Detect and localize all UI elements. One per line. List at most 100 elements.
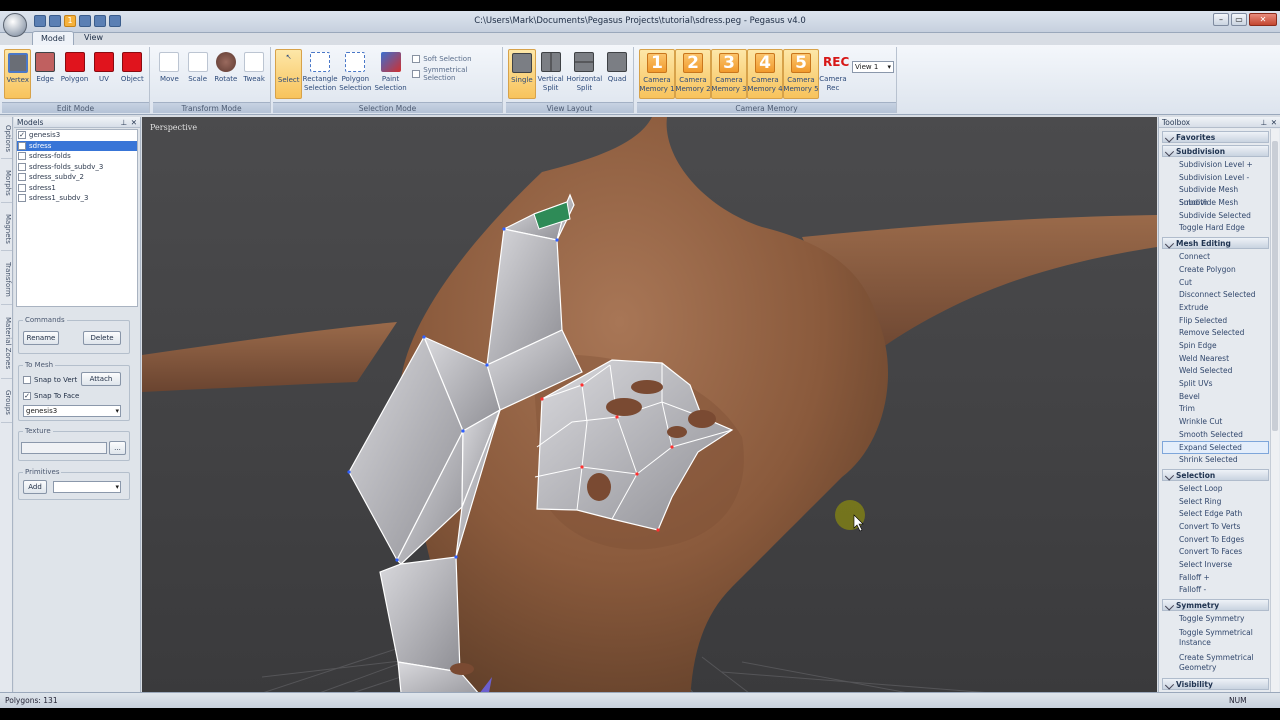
rename-button[interactable]: Rename bbox=[23, 331, 59, 345]
model-row[interactable]: sdress-folds_subdv_3 bbox=[17, 162, 137, 173]
toolbox-item[interactable]: Create Symmetrical Geometry bbox=[1159, 651, 1269, 676]
toolbox-item[interactable]: Convert To Edges bbox=[1159, 534, 1269, 547]
model-row[interactable]: ✓ genesis3 bbox=[17, 130, 137, 141]
snap-to-vert-toggle[interactable]: Snap to Vert bbox=[23, 372, 77, 387]
3d-viewport[interactable]: Perspective bbox=[142, 117, 1157, 703]
camera-rec-button[interactable]: REC Camera Rec bbox=[819, 49, 849, 99]
toolbox-item[interactable]: Subdivide Mesh Smooth bbox=[1159, 184, 1269, 207]
toolbox-item[interactable]: Wrinkle Cut bbox=[1159, 416, 1269, 429]
pin-icon[interactable]: ⊥ bbox=[120, 117, 127, 128]
toolbox-item[interactable]: Toggle Hard Edge bbox=[1159, 222, 1269, 235]
attach-button[interactable]: Attach bbox=[81, 372, 121, 386]
toolbox-scrollbar[interactable] bbox=[1270, 129, 1279, 703]
tab-material-zones[interactable]: Material Zones bbox=[1, 309, 12, 379]
rotate-button[interactable]: Rotate bbox=[212, 49, 241, 99]
object-mode-button[interactable]: Object bbox=[118, 49, 147, 99]
symmetrical-selection-checkbox[interactable] bbox=[412, 69, 421, 78]
model-visibility-checkbox[interactable] bbox=[18, 194, 26, 203]
toolbox-section-mesh-editing[interactable]: Mesh Editing bbox=[1162, 237, 1269, 250]
polygon-selection-button[interactable]: Polygon Selection bbox=[338, 49, 373, 99]
camera-memory-1-button[interactable]: 1 Camera Memory 1 bbox=[639, 49, 675, 99]
model-visibility-checkbox[interactable] bbox=[18, 173, 26, 182]
tab-morphs[interactable]: Morphs bbox=[1, 163, 12, 203]
model-row[interactable]: sdress1_subdv_3 bbox=[17, 193, 137, 204]
model-row[interactable]: sdress_subdv_2 bbox=[17, 172, 137, 183]
toolbox-item[interactable]: Weld Selected bbox=[1159, 365, 1269, 378]
maximize-icon[interactable]: ▭ bbox=[1231, 13, 1247, 26]
single-view-button[interactable]: Single bbox=[508, 49, 536, 99]
toolbox-item[interactable]: Select Loop bbox=[1159, 483, 1269, 496]
tab-groups[interactable]: Groups bbox=[1, 383, 12, 423]
move-button[interactable]: Move bbox=[155, 49, 184, 99]
close-icon[interactable]: ✕ bbox=[1271, 117, 1277, 128]
toolbox-item[interactable]: Falloff - bbox=[1159, 584, 1269, 597]
quad-view-button[interactable]: Quad bbox=[603, 49, 631, 99]
toolbox-item[interactable]: Toggle Symmetrical Instance bbox=[1159, 626, 1269, 651]
pin-icon[interactable]: ⊥ bbox=[1260, 117, 1267, 128]
toolbox-item[interactable]: Select Edge Path bbox=[1159, 508, 1269, 521]
uv-mode-button[interactable]: UV bbox=[90, 49, 117, 99]
toolbox-item[interactable]: Subdivide Mesh bbox=[1159, 197, 1269, 210]
primitive-type-select[interactable]: ▾ bbox=[53, 481, 121, 493]
toolbox-item[interactable]: Select Ring bbox=[1159, 496, 1269, 509]
close-icon[interactable]: ✕ bbox=[131, 117, 137, 128]
horizontal-split-button[interactable]: Horizontal Split bbox=[566, 49, 604, 99]
toolbox-section-selection[interactable]: Selection bbox=[1162, 468, 1269, 481]
toolbox-item[interactable]: Convert To Verts bbox=[1159, 521, 1269, 534]
vertical-split-button[interactable]: Vertical Split bbox=[536, 49, 566, 99]
tab-options[interactable]: Options bbox=[1, 119, 12, 159]
add-primitive-button[interactable]: Add bbox=[23, 480, 47, 494]
toolbox-item[interactable]: Subdivision Level - bbox=[1159, 172, 1269, 185]
rectangle-selection-button[interactable]: Rectangle Selection bbox=[302, 49, 338, 99]
viewport-canvas[interactable] bbox=[142, 117, 1157, 703]
toolbox-item[interactable]: Expand Selected bbox=[1162, 441, 1269, 455]
tab-view[interactable]: View bbox=[76, 31, 111, 45]
model-visibility-checkbox[interactable]: ✓ bbox=[18, 141, 26, 150]
toolbox-item[interactable]: Select Inverse bbox=[1159, 559, 1269, 572]
toolbox-section-symmetry[interactable]: Symmetry bbox=[1162, 599, 1269, 611]
select-button[interactable]: ↖ Select bbox=[275, 49, 303, 99]
delete-button[interactable]: Delete bbox=[83, 331, 121, 345]
model-visibility-checkbox[interactable] bbox=[18, 162, 26, 171]
texture-browse-button[interactable]: ... bbox=[109, 441, 126, 455]
symmetrical-selection-toggle[interactable]: Symmetrical Selection bbox=[412, 66, 500, 82]
toolbox-item[interactable]: Subdivision Level + bbox=[1159, 159, 1269, 172]
toolbox-item[interactable]: Extrude bbox=[1159, 302, 1269, 315]
paint-selection-button[interactable]: Paint Selection bbox=[373, 49, 408, 99]
snap-to-face-checkbox[interactable]: ✓ bbox=[23, 391, 31, 400]
view-select[interactable]: View 1 ▾ bbox=[852, 61, 894, 73]
toolbox-section-visibility[interactable]: Visibility bbox=[1162, 677, 1269, 690]
toolbox-item[interactable]: Connect bbox=[1159, 251, 1269, 264]
snap-to-vert-checkbox[interactable] bbox=[23, 375, 31, 384]
model-row[interactable]: ✓ sdress bbox=[17, 140, 137, 151]
toolbox-item[interactable]: Remove Selected bbox=[1159, 327, 1269, 340]
snap-to-face-toggle[interactable]: ✓ Snap To Face bbox=[23, 388, 79, 403]
vertex-mode-button[interactable]: Vertex bbox=[4, 49, 32, 99]
scale-button[interactable]: Scale bbox=[184, 49, 212, 99]
soft-selection-toggle[interactable]: Soft Selection bbox=[412, 51, 500, 66]
toolbox-item[interactable]: Falloff + bbox=[1159, 572, 1269, 585]
model-visibility-checkbox[interactable] bbox=[18, 183, 26, 192]
toolbox-item[interactable]: Toggle Symmetry bbox=[1159, 613, 1269, 626]
target-model-select[interactable]: genesis3 ▾ bbox=[23, 405, 121, 417]
toolbox-item[interactable]: Smooth Selected bbox=[1159, 429, 1269, 442]
camera-memory-5-button[interactable]: 5 Camera Memory 5 bbox=[783, 49, 819, 99]
toolbox-section-favorites[interactable]: Favorites bbox=[1162, 131, 1269, 143]
toolbox-item[interactable]: Cut bbox=[1159, 277, 1269, 290]
toolbox-item[interactable]: Weld Nearest bbox=[1159, 353, 1269, 366]
scrollbar-thumb[interactable] bbox=[1272, 141, 1278, 431]
app-menu-button[interactable] bbox=[3, 13, 27, 37]
toolbox-item[interactable]: Bevel bbox=[1159, 391, 1269, 404]
polygon-mode-button[interactable]: Polygon bbox=[59, 49, 90, 99]
toolbox-item[interactable]: Convert To Faces bbox=[1159, 546, 1269, 559]
toolbox-item[interactable]: Subdivide Selected bbox=[1159, 210, 1269, 223]
toolbox-item[interactable]: Flip Selected bbox=[1159, 315, 1269, 328]
camera-memory-2-button[interactable]: 2 Camera Memory 2 bbox=[675, 49, 711, 99]
toolbox-section-subdivision[interactable]: Subdivision bbox=[1162, 145, 1269, 157]
tweak-button[interactable]: Tweak bbox=[240, 49, 268, 99]
texture-path-field[interactable] bbox=[21, 442, 107, 454]
minimize-icon[interactable]: – bbox=[1213, 13, 1229, 26]
toolbox-item[interactable]: Trim bbox=[1159, 403, 1269, 416]
model-visibility-checkbox[interactable] bbox=[18, 152, 26, 161]
model-visibility-checkbox[interactable]: ✓ bbox=[18, 131, 26, 140]
